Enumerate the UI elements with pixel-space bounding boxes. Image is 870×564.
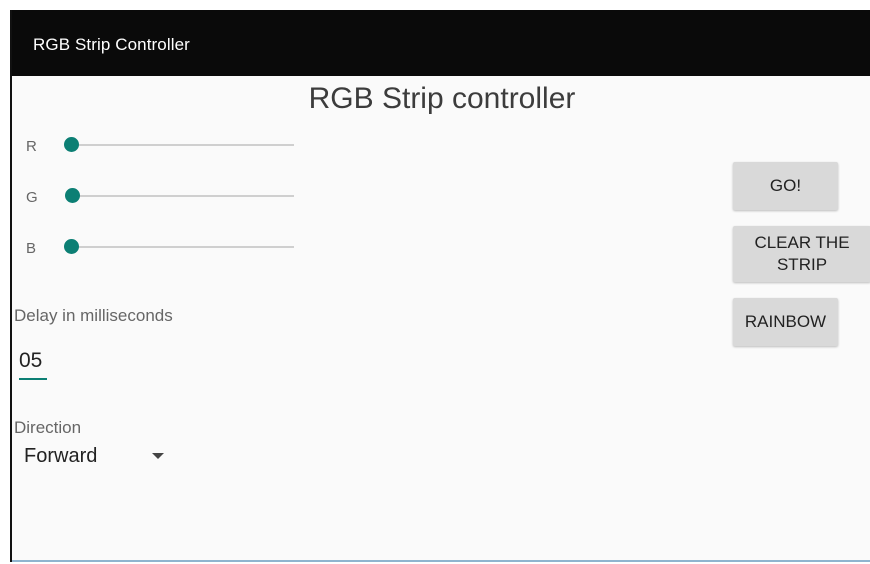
direction-dropdown[interactable]: Forward xyxy=(24,443,170,473)
delay-input[interactable] xyxy=(19,344,47,380)
delay-label: Delay in milliseconds xyxy=(14,306,173,325)
app-bar-title: RGB Strip Controller xyxy=(33,35,190,54)
slider-thumb-b[interactable] xyxy=(64,239,79,254)
direction-selected-value: Forward xyxy=(24,445,98,467)
slider-label-g: G xyxy=(26,189,38,206)
app-window: RGB Strip Controller RGB Strip controlle… xyxy=(10,10,870,562)
slider-label-b: B xyxy=(26,240,37,257)
slider-label-r: R xyxy=(26,138,37,155)
dropdown-arrow-icon[interactable] xyxy=(152,453,164,459)
clear-strip-button[interactable]: CLEAR THE STRIP xyxy=(733,226,870,282)
rainbow-button[interactable]: RAINBOW xyxy=(733,298,838,346)
slider-track-g[interactable] xyxy=(70,195,294,197)
slider-row-b: B xyxy=(12,234,312,264)
slider-thumb-r[interactable] xyxy=(64,137,79,152)
slider-track-r[interactable] xyxy=(70,144,294,146)
slider-row-r: R xyxy=(12,132,312,162)
app-bar: RGB Strip Controller xyxy=(12,10,870,76)
go-button[interactable]: GO! xyxy=(733,162,838,210)
slider-thumb-g[interactable] xyxy=(65,188,80,203)
page-title: RGB Strip controller xyxy=(308,82,576,115)
direction-label: Direction xyxy=(14,418,82,437)
bottom-divider xyxy=(12,560,870,562)
slider-row-g: G xyxy=(12,183,312,213)
slider-track-b[interactable] xyxy=(70,246,294,248)
